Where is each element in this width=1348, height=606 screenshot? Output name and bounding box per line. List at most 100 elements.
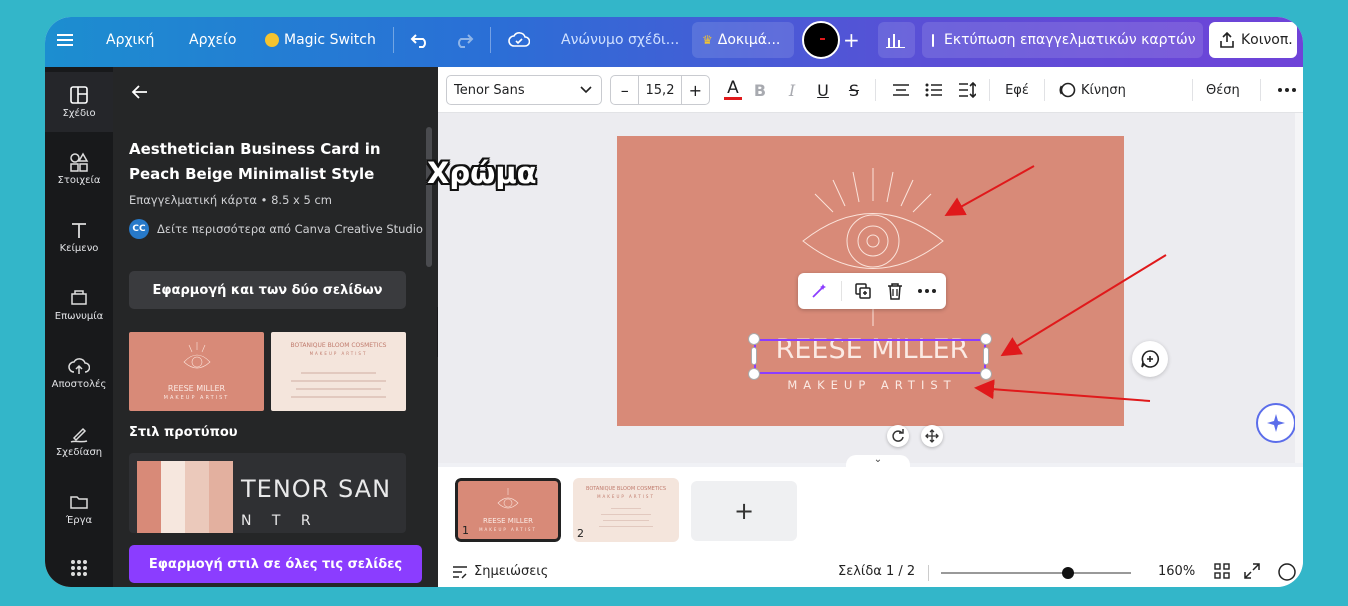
resize-handle[interactable] — [751, 347, 757, 365]
text-line — [599, 526, 653, 527]
fullscreen-icon[interactable] — [1244, 563, 1260, 583]
canvas-scrollbar[interactable] — [1295, 113, 1303, 463]
position-button[interactable]: Θέση — [1206, 75, 1240, 105]
zoom-slider-handle[interactable] — [1062, 567, 1075, 579]
rail-item-elements[interactable]: Στοιχεία — [45, 139, 113, 199]
panel-scroll-thumb[interactable] — [426, 127, 432, 267]
more-options-icon[interactable] — [1273, 75, 1301, 105]
template-meta: Επαγγελματική κάρτα • 8.5 x 5 cm — [129, 193, 332, 207]
bold-icon[interactable]: B — [750, 75, 770, 105]
text-line — [301, 372, 376, 374]
share-button[interactable]: Κοινοπ. — [1209, 22, 1297, 58]
magic-assistant-icon[interactable] — [1256, 403, 1296, 443]
rail-item-projects[interactable]: Έργα — [45, 479, 113, 539]
rail-item-draw[interactable]: Σχεδίαση — [45, 411, 113, 471]
upload-icon — [68, 358, 90, 374]
eye-logo-icon — [183, 342, 211, 369]
add-comment-icon[interactable] — [1132, 341, 1168, 377]
design-title[interactable]: Ανώνυμο σχέδι... — [561, 17, 679, 63]
resize-handle[interactable] — [980, 368, 992, 380]
rail-item-text[interactable]: Κείμενο — [45, 207, 113, 267]
grid-view-icon[interactable] — [1214, 563, 1230, 583]
back-arrow-icon[interactable] — [131, 83, 149, 105]
style-font-preview-2: N T R — [241, 513, 319, 529]
cloud-saved-icon[interactable] — [508, 17, 530, 63]
zoom-level[interactable]: 160% — [1158, 564, 1195, 579]
trash-icon[interactable] — [884, 280, 906, 302]
undo-icon[interactable] — [410, 17, 430, 63]
resize-handle[interactable] — [983, 347, 989, 365]
template-thumb-page-2[interactable]: BOTANIQUE BLOOM COSMETICS MAKEUP ARTIST — [271, 332, 406, 411]
style-preset-card[interactable]: TENOR SAN N T R — [129, 453, 406, 533]
animate-button[interactable]: Κίνηση — [1058, 75, 1126, 105]
template-panel: Aesthetician Business Card in Peach Beig… — [113, 67, 438, 587]
page-indicator[interactable]: Σελίδα 1 / 2 — [838, 564, 915, 579]
font-family-select[interactable]: Tenor Sans — [446, 75, 602, 105]
add-page-button[interactable]: + — [691, 481, 797, 541]
canva-window: Αρχική Αρχείο Magic Switch Ανώνυμο σχέδι… — [45, 17, 1303, 587]
apply-both-pages-button[interactable]: Εφαρμογή και των δύο σελίδων — [129, 271, 406, 309]
increase-size-button[interactable]: + — [682, 81, 709, 100]
help-icon[interactable] — [1278, 563, 1296, 585]
print-business-cards-button[interactable]: Εκτύπωση επαγγελματικών καρτών — [922, 22, 1203, 58]
notes-icon — [453, 565, 467, 579]
page-thumb-1[interactable]: REESE MILLER MAKEUP ARTIST 1 — [453, 476, 563, 544]
style-font-preview: TENOR SAN — [241, 475, 392, 503]
spacing-icon[interactable] — [956, 75, 978, 105]
creator-link[interactable]: CC Δείτε περισσότερα από Canva Creative … — [129, 219, 423, 239]
show-pages-chevron-icon[interactable]: ⌄ — [846, 455, 910, 467]
brand-icon — [71, 290, 87, 305]
decrease-size-button[interactable]: – — [611, 81, 638, 100]
effects-button[interactable]: Εφέ — [999, 75, 1035, 105]
template-thumb-page-1[interactable]: REESE MILLER MAKEUP ARTIST — [129, 332, 264, 411]
file-menu[interactable]: Αρχείο — [189, 17, 236, 63]
resize-handle[interactable] — [980, 333, 992, 345]
annotation-label: Χρώμα — [427, 156, 537, 190]
color-swatch — [137, 461, 161, 533]
chevron-down-icon — [580, 86, 592, 94]
text-selection-box — [754, 339, 986, 374]
text-line — [601, 514, 651, 515]
more-options-icon[interactable] — [916, 280, 938, 302]
analytics-icon[interactable] — [878, 22, 915, 58]
creator-badge: CC — [129, 219, 149, 239]
align-center-icon[interactable] — [890, 75, 912, 105]
animate-icon — [1059, 82, 1076, 98]
avatar[interactable] — [802, 21, 840, 59]
text-color-button[interactable]: A — [722, 75, 744, 105]
template-styles-heading: Στιλ προτύπου — [129, 425, 238, 440]
rail-item-uploads[interactable]: Αποστολές — [45, 343, 113, 403]
resize-handle[interactable] — [748, 368, 760, 380]
rotate-icon[interactable] — [887, 425, 909, 447]
magic-edit-icon[interactable] — [808, 280, 830, 302]
magic-switch-button[interactable]: Magic Switch — [265, 17, 376, 63]
divider — [1192, 79, 1193, 101]
page-thumb-2[interactable]: BOTANIQUE BLOOM COSMETICS MAKEUP ARTIST … — [573, 478, 679, 542]
notes-button[interactable]: Σημειώσεις — [452, 564, 548, 579]
hamburger-icon[interactable] — [57, 17, 73, 63]
rail-item-brand[interactable]: Επωνυμία — [45, 275, 113, 335]
apply-style-all-pages-button[interactable]: Εφαρμογή στιλ σε όλες τις σελίδες — [129, 545, 422, 583]
bullet-list-icon[interactable] — [923, 75, 945, 105]
divider — [989, 79, 990, 101]
font-size-stepper[interactable]: – 15,2 + — [610, 75, 710, 105]
rail-item-design[interactable]: Σχέδιο — [45, 72, 113, 132]
trial-button[interactable]: ♛ Δοκιμά... — [692, 22, 794, 58]
strikethrough-icon[interactable]: S — [844, 75, 864, 105]
zoom-slider[interactable] — [941, 572, 1131, 574]
rail-item-apps[interactable] — [45, 543, 113, 587]
home-link[interactable]: Αρχική — [106, 17, 154, 63]
text-icon — [72, 223, 86, 238]
crown-icon — [265, 33, 279, 47]
pages-strip: REESE MILLER MAKEUP ARTIST 1 BOTANIQUE B… — [438, 467, 1303, 559]
underline-icon[interactable]: U — [813, 75, 833, 105]
italic-icon[interactable]: I — [782, 75, 802, 105]
divider — [928, 565, 929, 581]
font-size-input[interactable]: 15,2 — [638, 75, 682, 105]
add-collaborator-icon[interactable]: + — [843, 17, 860, 63]
resize-handle[interactable] — [748, 333, 760, 345]
duplicate-icon[interactable] — [852, 280, 874, 302]
card-role-text[interactable]: MAKEUP ARTIST — [752, 378, 992, 392]
move-icon[interactable] — [921, 425, 943, 447]
redo-icon[interactable] — [454, 17, 474, 63]
